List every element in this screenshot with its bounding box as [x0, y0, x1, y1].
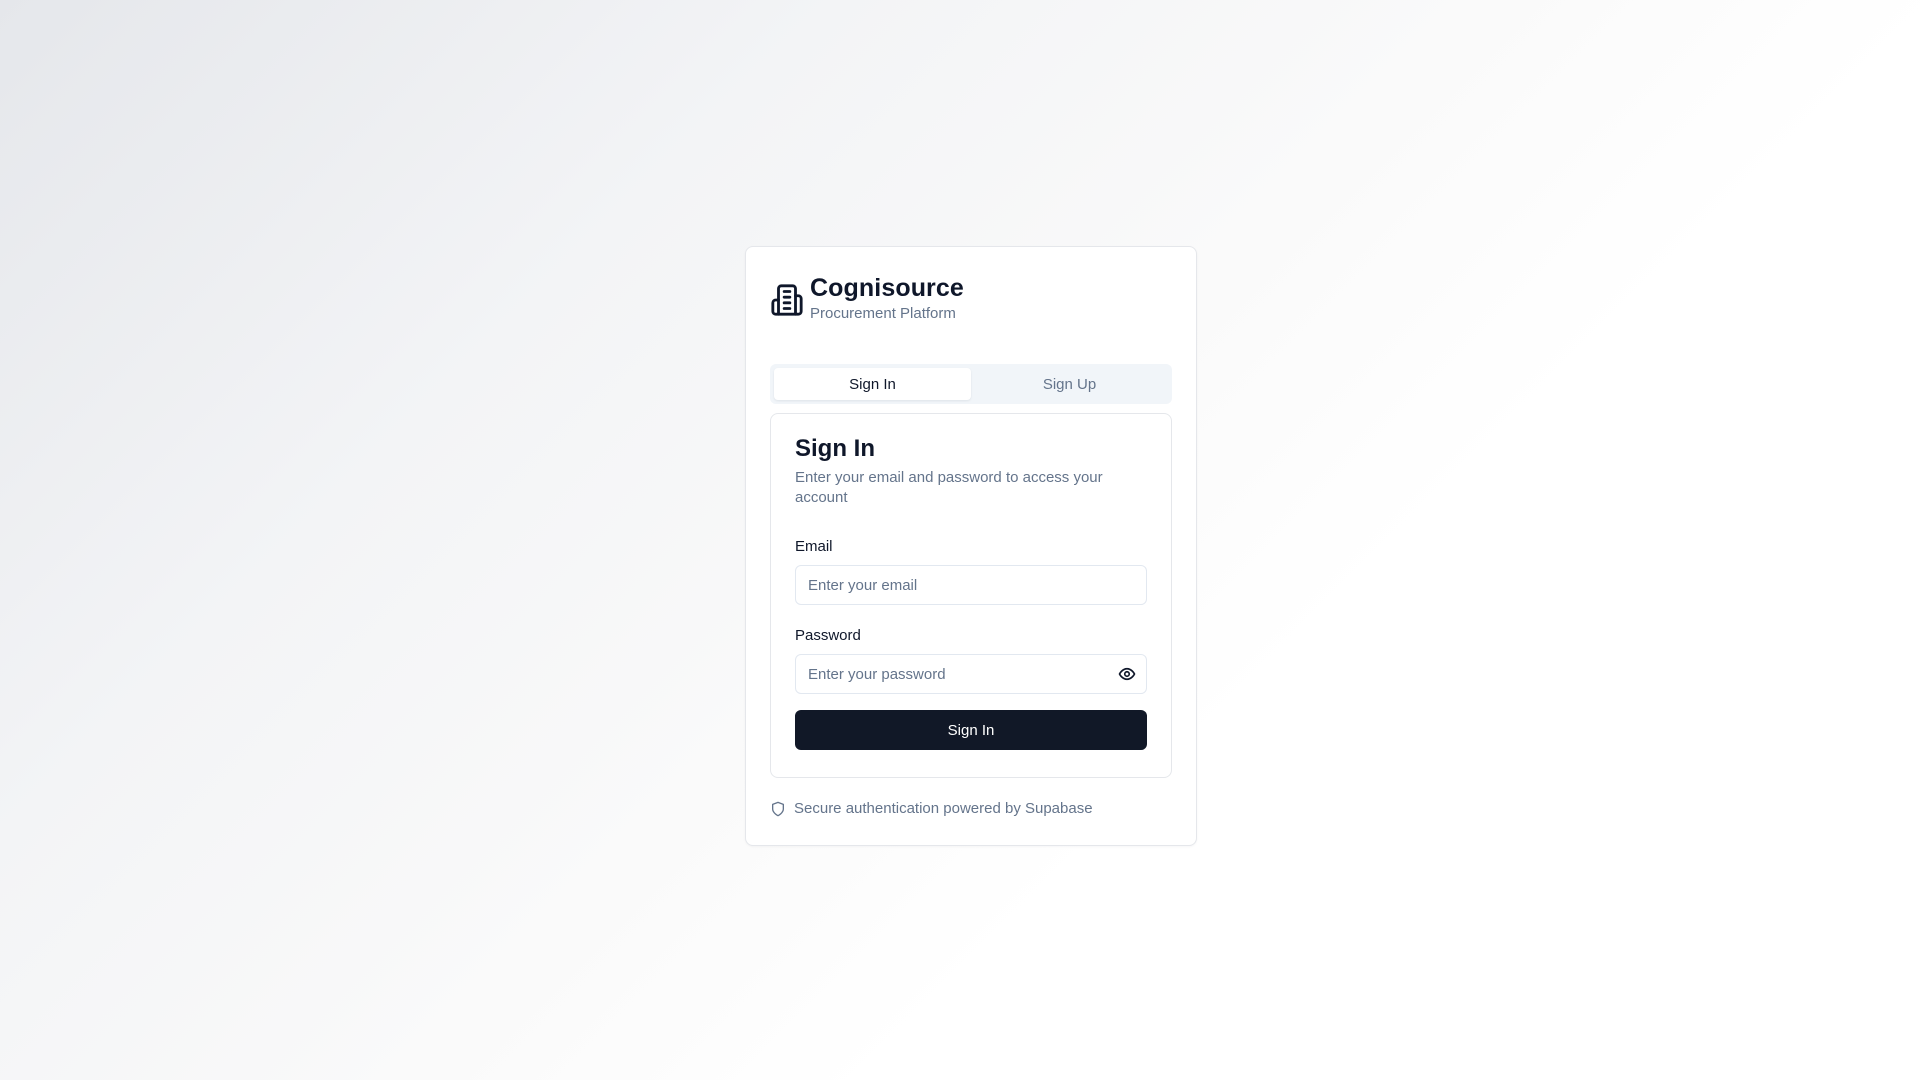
password-label: Password	[795, 627, 861, 644]
password-input[interactable]	[795, 654, 1147, 694]
shield-icon	[770, 801, 794, 817]
building-icon	[770, 283, 804, 317]
form-title: Sign In	[795, 435, 875, 462]
sign-in-button[interactable]: Sign In	[795, 710, 1147, 750]
form-description: Enter your email and password to access …	[795, 469, 1103, 506]
tab-sign-in[interactable]: Sign In	[774, 368, 971, 400]
brand-title: Cognisource	[810, 274, 964, 302]
sign-in-form: Sign In Enter your email and password to…	[770, 413, 1172, 778]
auth-card: Cognisource Procurement Platform Sign In…	[745, 246, 1197, 846]
brand-subtitle: Procurement Platform	[810, 305, 956, 322]
email-label: Email	[795, 538, 833, 555]
brand-header: Cognisource Procurement Platform	[770, 273, 964, 323]
auth-tabs: Sign In Sign Up	[770, 364, 1172, 404]
email-input[interactable]	[795, 565, 1147, 605]
security-note: Secure authentication powered by Supabas…	[770, 800, 1093, 817]
security-note-text: Secure authentication powered by Supabas…	[794, 800, 1093, 817]
eye-icon[interactable]	[1117, 664, 1137, 684]
tab-sign-up[interactable]: Sign Up	[971, 368, 1168, 400]
brand-text: Cognisource Procurement Platform	[810, 273, 964, 323]
